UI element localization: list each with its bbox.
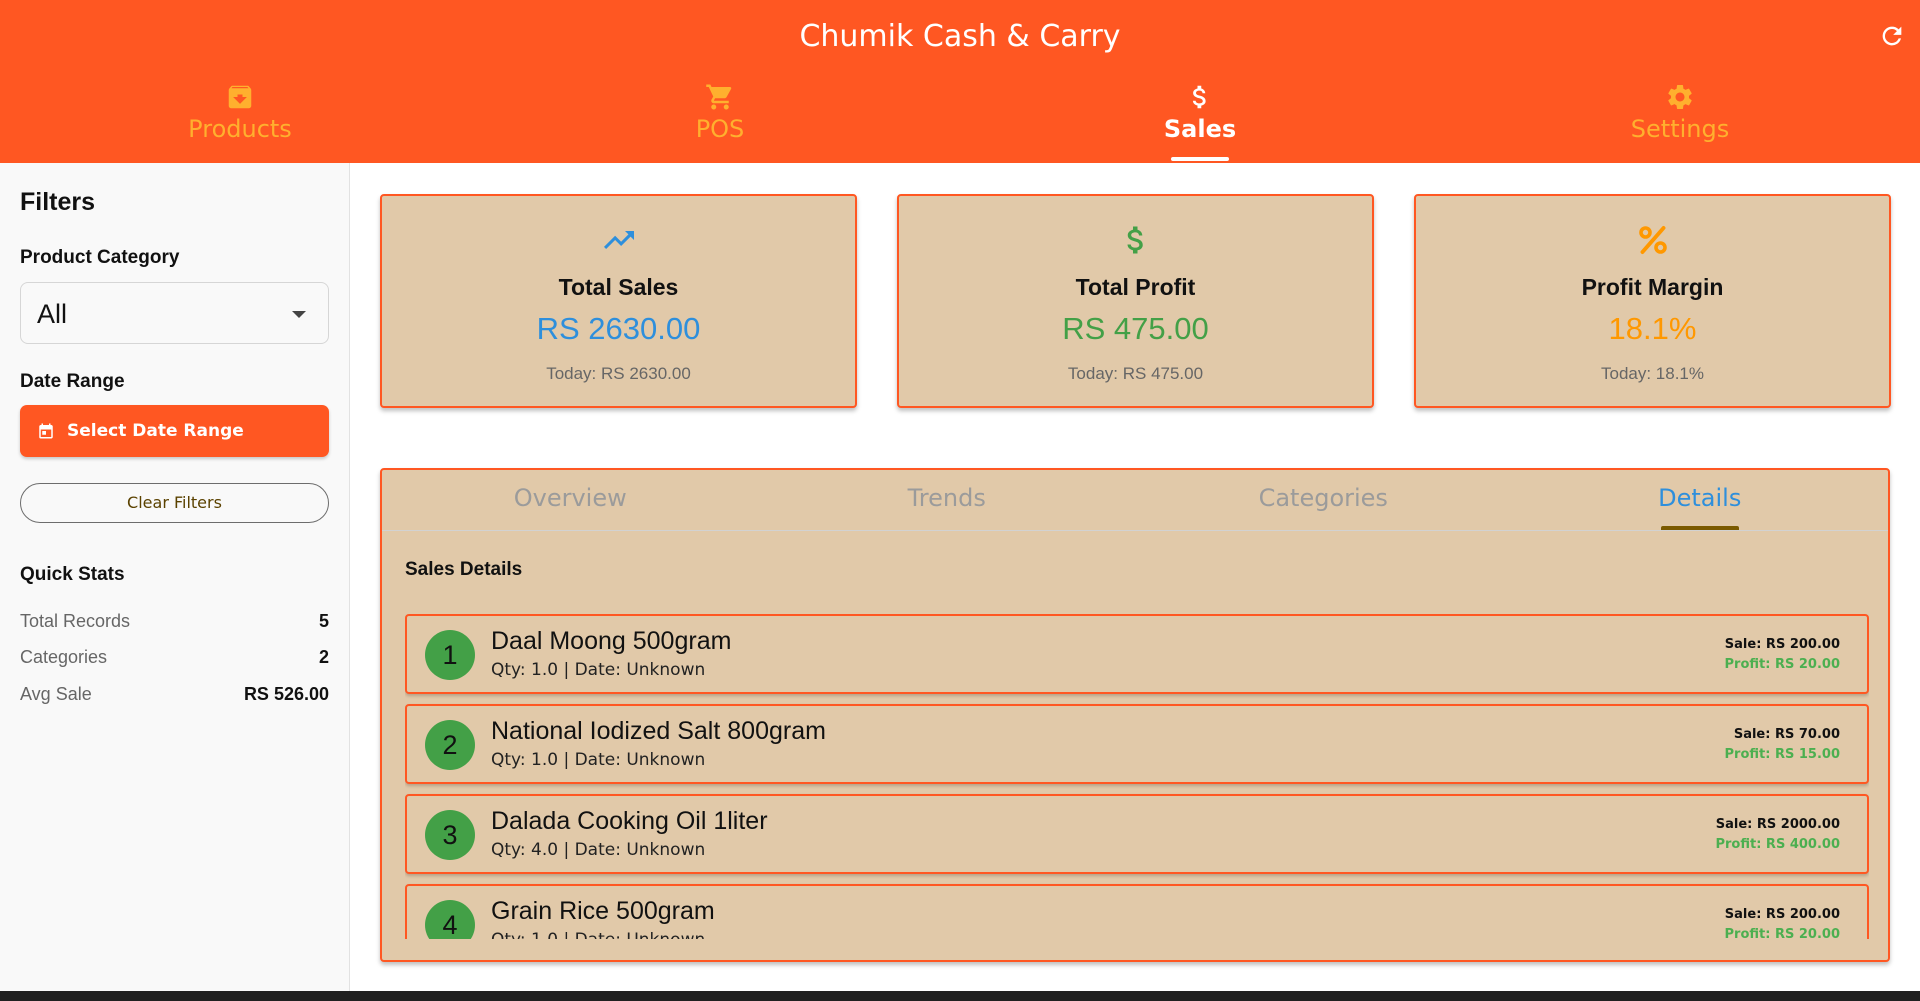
card-value: RS 475.00 (1062, 311, 1209, 346)
filters-sidebar: Filters Product Category All Date Range … (0, 163, 350, 991)
clear-filters-button[interactable]: Clear Filters (20, 483, 329, 523)
panel-tabs: Overview Trends Categories Details (382, 470, 1888, 531)
active-tab-indicator (1171, 157, 1229, 161)
item-sale: Sale: RS 2000.00 (1715, 817, 1840, 832)
stat-label: Avg Sale (20, 684, 92, 704)
trending-up-icon (603, 231, 634, 249)
calendar-icon (39, 423, 53, 439)
item-name: Daal Moong 500gram (491, 627, 732, 655)
chevron-down-icon (292, 311, 306, 318)
tab-settings-label: Settings (1630, 115, 1730, 143)
archive-box-icon (228, 85, 252, 109)
item-profit: Profit: RS 400.00 (1715, 837, 1840, 852)
tab-products-label: Products (188, 115, 292, 143)
item-profit: Profit: RS 15.00 (1724, 747, 1840, 762)
tab-details[interactable]: Details (1512, 470, 1889, 530)
product-category-label: Product Category (20, 247, 180, 268)
tab-pos-label: POS (695, 115, 745, 143)
item-sale: Sale: RS 200.00 (1724, 907, 1840, 922)
tab-sales[interactable]: Sales (960, 78, 1440, 163)
gear-icon (1668, 85, 1692, 109)
card-title: Total Sales (558, 274, 679, 300)
select-date-range-label: Select Date Range (67, 421, 244, 441)
card-title: Profit Margin (1581, 274, 1724, 300)
card-subtitle: Today: RS 475.00 (1067, 364, 1204, 383)
tab-details-label: Details (1658, 484, 1742, 512)
item-meta: Qty: 4.0 | Date: Unknown (491, 840, 706, 860)
item-profit: Profit: RS 20.00 (1724, 927, 1840, 939)
list-item[interactable]: 1 Daal Moong 500gram Qty: 1.0 | Date: Un… (405, 614, 1869, 694)
item-number-badge: 4 (425, 900, 475, 939)
product-category-dropdown[interactable]: All (20, 282, 329, 344)
taskbar-strip (0, 991, 1920, 1001)
main-nav-tabs: Products POS Sales Settings (0, 78, 1920, 163)
stat-label: Total Records (20, 611, 131, 631)
tab-pos[interactable]: POS (480, 78, 960, 163)
stat-categories: Categories 2 (20, 647, 329, 671)
product-category-value: All (37, 299, 68, 329)
card-title: Total Profit (1075, 274, 1196, 300)
list-item[interactable]: 3 Dalada Cooking Oil 1liter Qty: 4.0 | D… (405, 794, 1869, 874)
item-number-badge: 1 (425, 630, 475, 680)
item-meta: Qty: 1.0 | Date: Unknown (491, 750, 706, 770)
card-subtitle: Today: 18.1% (1600, 364, 1704, 383)
item-name: National Iodized Salt 800gram (491, 717, 826, 745)
total-profit-card: Total Profit RS 475.00 Today: RS 475.00 (897, 194, 1374, 408)
refresh-icon[interactable] (1878, 22, 1906, 50)
card-value: RS 2630.00 (536, 311, 701, 346)
stat-total-records: Total Records 5 (20, 611, 329, 635)
item-number-badge: 3 (425, 810, 475, 860)
tab-products[interactable]: Products (0, 78, 480, 163)
list-item[interactable]: 4 Grain Rice 500gram Qty: 1.0 | Date: Un… (405, 884, 1869, 939)
sales-details-panel: Overview Trends Categories Details Sales… (380, 468, 1890, 962)
stat-value: RS 526.00 (243, 684, 329, 704)
app-bar: Chumik Cash & Carry Products POS Sales S… (0, 0, 1920, 163)
app-title: Chumik Cash & Carry (799, 19, 1121, 54)
dollar-icon (1192, 85, 1206, 109)
item-sale: Sale: RS 200.00 (1724, 637, 1840, 652)
card-value: 18.1% (1608, 311, 1697, 346)
item-meta: Qty: 1.0 | Date: Unknown (491, 930, 705, 939)
tab-settings[interactable]: Settings (1440, 78, 1920, 163)
stat-avg-sale: Avg Sale RS 526.00 (20, 684, 329, 708)
tab-overview[interactable]: Overview (382, 470, 759, 530)
item-sale: Sale: RS 70.00 (1733, 727, 1840, 742)
tab-trends[interactable]: Trends (759, 470, 1136, 530)
stat-label: Categories (20, 647, 108, 667)
item-profit: Profit: RS 20.00 (1724, 657, 1840, 672)
stat-value: 2 (318, 647, 329, 667)
item-name: Grain Rice 500gram (491, 897, 715, 925)
item-number-badge: 2 (425, 720, 475, 770)
dollar-icon (1126, 226, 1143, 254)
sales-details-list[interactable]: 1 Daal Moong 500gram Qty: 1.0 | Date: Un… (405, 614, 1869, 939)
filters-title: Filters (20, 188, 96, 216)
item-name: Dalada Cooking Oil 1liter (491, 807, 768, 835)
select-date-range-button[interactable]: Select Date Range (20, 405, 329, 457)
profit-margin-card: Profit Margin 18.1% Today: 18.1% (1414, 194, 1891, 408)
active-tab-indicator (1660, 526, 1739, 530)
total-sales-card: Total Sales RS 2630.00 Today: RS 2630.00 (380, 194, 857, 408)
cart-icon (706, 84, 732, 110)
sales-details-title: Sales Details (405, 559, 523, 580)
item-meta: Qty: 1.0 | Date: Unknown (491, 660, 706, 680)
date-range-label: Date Range (20, 371, 125, 392)
tab-categories[interactable]: Categories (1135, 470, 1512, 530)
list-item[interactable]: 2 National Iodized Salt 800gram Qty: 1.0… (405, 704, 1869, 784)
stat-value: 5 (318, 611, 329, 631)
quick-stats-title: Quick Stats (20, 564, 125, 585)
percent-icon (1638, 226, 1667, 254)
tab-sales-label: Sales (1163, 115, 1237, 143)
card-subtitle: Today: RS 2630.00 (546, 364, 691, 383)
